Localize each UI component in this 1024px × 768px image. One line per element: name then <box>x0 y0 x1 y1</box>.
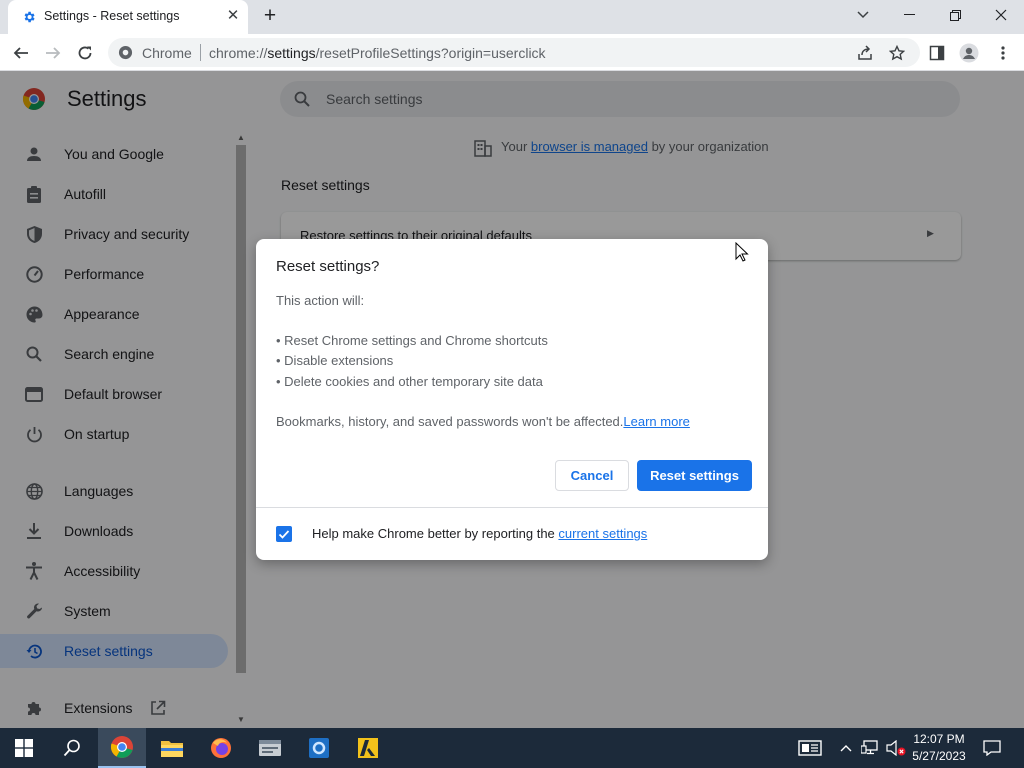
chrome-logo-icon <box>110 736 133 758</box>
taskbar-search-button[interactable] <box>48 728 96 768</box>
reload-icon[interactable] <box>72 40 98 66</box>
mouse-cursor-icon <box>735 242 749 262</box>
report-text: Help make Chrome better by reporting the <box>312 526 559 541</box>
side-panel-icon[interactable] <box>924 40 950 66</box>
app-window-icon <box>259 740 281 756</box>
dialog-bullet: • Reset Chrome settings and Chrome short… <box>276 333 548 348</box>
dialog-bullet: • Delete cookies and other temporary sit… <box>276 374 543 389</box>
clock-date[interactable]: 5/27/2023 <box>908 749 970 763</box>
gear-icon <box>24 11 35 23</box>
taskbar-app-blue[interactable] <box>295 728 343 768</box>
dialog-bullet: • Disable extensions <box>276 353 394 368</box>
app-yellow-icon <box>358 738 378 758</box>
url-host: settings <box>267 45 316 61</box>
restore-icon[interactable] <box>932 0 978 30</box>
close-window-icon[interactable] <box>978 0 1024 30</box>
notification-center-icon[interactable] <box>972 728 1012 768</box>
dialog-divider <box>256 507 768 508</box>
current-settings-link[interactable]: current settings <box>558 526 647 541</box>
close-tab-icon[interactable]: ✕ <box>224 7 242 25</box>
dialog-title: Reset settings? <box>276 258 380 275</box>
report-settings-label: Help make Chrome better by reporting the… <box>312 526 647 541</box>
reset-settings-dialog: Reset settings? This action will: • Rese… <box>256 239 768 560</box>
back-icon[interactable] <box>8 40 34 66</box>
reset-settings-button[interactable]: Reset settings <box>637 460 752 491</box>
start-button[interactable] <box>0 728 48 768</box>
tab-title: Settings - Reset settings <box>44 9 180 23</box>
windows-logo-icon <box>15 739 33 757</box>
url-prefix: chrome:// <box>209 45 268 61</box>
taskbar-firefox[interactable] <box>197 728 245 768</box>
browser-toolbar: Chrome chrome://settings/resetProfileSet… <box>0 34 1024 71</box>
taskbar-file-explorer[interactable] <box>148 728 196 768</box>
clock-time[interactable]: 12:07 PM <box>908 732 970 746</box>
firefox-icon <box>211 738 231 758</box>
tray-chevron-up-icon[interactable] <box>836 728 856 768</box>
taskbar-chrome[interactable] <box>98 728 146 768</box>
new-tab-button[interactable]: + <box>258 5 282 29</box>
share-icon[interactable] <box>852 40 878 66</box>
omnibox-separator <box>200 44 201 61</box>
profile-avatar-icon[interactable] <box>956 40 982 66</box>
url-text[interactable]: chrome://settings/resetProfileSettings?o… <box>209 45 546 61</box>
volume-muted-icon[interactable] <box>884 728 908 768</box>
omnibox-chip: Chrome <box>142 45 192 61</box>
menu-kebab-icon[interactable] <box>990 40 1016 66</box>
tab-settings[interactable]: Settings - Reset settings ✕ <box>8 0 248 34</box>
dialog-intro: This action will: <box>276 293 365 308</box>
chrome-site-icon[interactable] <box>118 45 133 60</box>
taskbar-app-window[interactable] <box>246 728 294 768</box>
minimize-icon[interactable] <box>886 0 932 30</box>
app-blue-gear-icon <box>309 738 329 758</box>
forward-icon[interactable] <box>40 40 66 66</box>
dialog-note-text: Bookmarks, history, and saved passwords … <box>276 414 624 429</box>
tab-search-chevron-icon[interactable] <box>840 0 886 30</box>
taskbar-news-icon[interactable] <box>788 728 832 768</box>
dialog-note: Bookmarks, history, and saved passwords … <box>276 414 690 429</box>
address-bar[interactable]: Chrome chrome://settings/resetProfileSet… <box>108 38 920 67</box>
taskbar-app-yellow[interactable] <box>344 728 392 768</box>
folder-icon <box>161 741 183 757</box>
tab-strip: Settings - Reset settings ✕ + <box>0 0 1024 34</box>
url-path: /resetProfileSettings?origin=userclick <box>315 45 546 61</box>
report-settings-checkbox[interactable] <box>276 526 292 542</box>
cancel-button[interactable]: Cancel <box>555 460 629 491</box>
search-icon <box>63 739 80 757</box>
checkmark-icon <box>278 530 290 539</box>
learn-more-link[interactable]: Learn more <box>623 414 689 429</box>
network-icon[interactable] <box>858 728 882 768</box>
bookmark-star-icon[interactable] <box>884 40 910 66</box>
windows-taskbar: 12:07 PM 5/27/2023 <box>0 728 1024 768</box>
